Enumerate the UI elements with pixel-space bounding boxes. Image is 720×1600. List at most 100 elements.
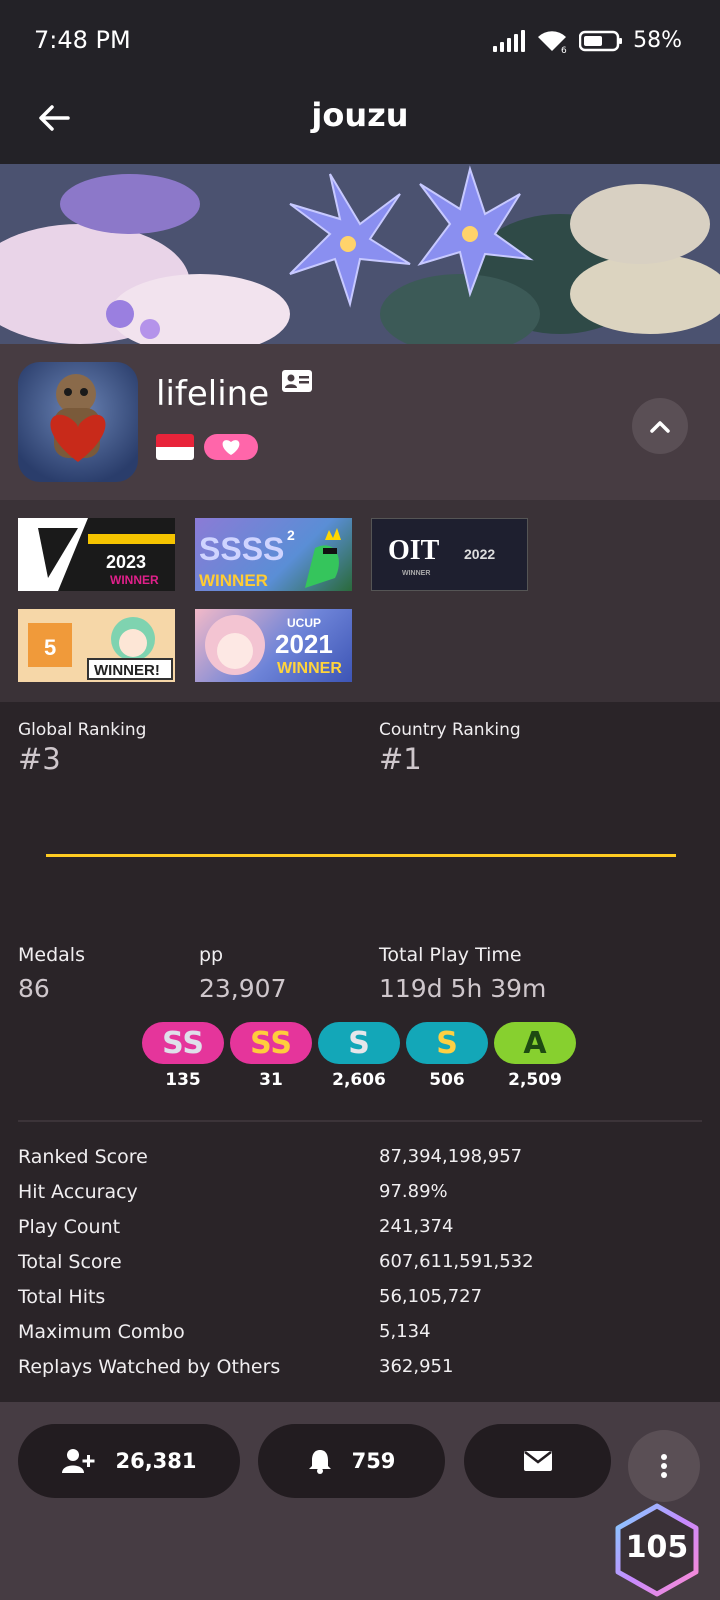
battery-percent: 58% <box>633 28 682 53</box>
heart-icon <box>222 440 240 455</box>
badge-2023-winner[interactable]: 2023 WINNER <box>18 518 175 591</box>
grade-counts: SS 135 SS 31 S 2,606 S 506 A 2,509 <box>142 1022 576 1090</box>
wifi-icon: 6 <box>535 29 569 53</box>
stat-label: Maximum Combo <box>18 1321 185 1343</box>
status-time: 7:48 PM <box>34 26 131 54</box>
score-stats-list: Ranked Score 87,394,198,957 Hit Accuracy… <box>18 1146 708 1391</box>
svg-text:2021: 2021 <box>275 629 333 659</box>
subscribers-count: 759 <box>351 1449 396 1473</box>
svg-text:WINNER: WINNER <box>110 573 159 587</box>
divider <box>18 1120 702 1122</box>
followers-count: 26,381 <box>115 1449 197 1473</box>
stat-label: Play Count <box>18 1216 121 1238</box>
badge-oit-2022[interactable]: OIT 2022 WINNER <box>371 518 528 591</box>
svg-text:2023: 2023 <box>106 552 146 572</box>
svg-text:5: 5 <box>44 635 56 660</box>
add-user-icon <box>62 1449 95 1473</box>
stat-label: Total Score <box>18 1251 122 1273</box>
followers-button[interactable]: 26,381 <box>18 1424 240 1498</box>
stat-value: 5,134 <box>379 1321 431 1342</box>
svg-text:WINNER: WINNER <box>402 570 430 577</box>
collapse-button[interactable] <box>632 398 688 454</box>
grade-pill: SS <box>142 1022 224 1064</box>
avatar[interactable] <box>18 362 138 482</box>
status-bar: 7:48 PM 6 58% <box>0 0 720 84</box>
medals-value: 86 <box>18 974 50 1003</box>
id-card-icon[interactable] <box>282 370 312 392</box>
message-button[interactable] <box>464 1424 611 1498</box>
badge-ucup-2021-winner[interactable]: UCUP 2021 WINNER <box>195 609 352 682</box>
indonesia-flag[interactable] <box>156 434 194 460</box>
badge-ssss2-winner[interactable]: SSSS 2 WINNER <box>195 518 352 591</box>
chevron-up-icon <box>650 421 670 433</box>
profile-cover-image <box>0 164 720 344</box>
grade-pill: S <box>406 1022 488 1064</box>
medals-label: Medals <box>18 944 85 966</box>
stat-value: 56,105,727 <box>379 1286 483 1307</box>
rank-history-graph[interactable] <box>46 854 676 857</box>
stat-value: 607,611,591,532 <box>379 1251 534 1272</box>
page-title: jouzu <box>311 96 409 134</box>
more-options-button[interactable] <box>628 1430 700 1502</box>
grade-count: 2,606 <box>332 1070 386 1090</box>
badges-section: 2023 WINNER SSSS 2 WINNER OIT 2022 WINNE… <box>0 500 720 702</box>
stat-row-replays-watched: Replays Watched by Others 362,951 <box>18 1356 708 1391</box>
grade-s: S 506 <box>406 1022 488 1090</box>
stat-value: 241,374 <box>379 1216 454 1237</box>
grade-pill: SS <box>230 1022 312 1064</box>
more-vertical-icon <box>661 1454 667 1478</box>
grade-ss: SS 31 <box>230 1022 312 1090</box>
grade-count: 506 <box>429 1070 465 1090</box>
stat-row-hit-accuracy: Hit Accuracy 97.89% <box>18 1181 708 1216</box>
level-value: 105 <box>625 1530 689 1565</box>
stat-row-total-hits: Total Hits 56,105,727 <box>18 1286 708 1321</box>
stat-value: 97.89% <box>379 1181 448 1202</box>
svg-text:2022: 2022 <box>464 546 495 562</box>
svg-text:OIT: OIT <box>388 535 440 566</box>
stat-label: Ranked Score <box>18 1146 148 1168</box>
play-time-label: Total Play Time <box>379 944 522 966</box>
stat-row-maximum-combo: Maximum Combo 5,134 <box>18 1321 708 1356</box>
app-header: jouzu <box>0 84 720 164</box>
svg-text:UCUP: UCUP <box>287 616 321 630</box>
stat-row-total-score: Total Score 607,611,591,532 <box>18 1251 708 1286</box>
svg-text:SSSS: SSSS <box>199 531 284 567</box>
pp-label: pp <box>199 944 224 966</box>
grade-pill: A <box>494 1022 576 1064</box>
global-ranking-label: Global Ranking <box>18 720 147 740</box>
svg-text:WINNER: WINNER <box>199 571 268 590</box>
badge-5-winner[interactable]: 5 WINNER! <box>18 609 175 682</box>
country-ranking-label: Country Ranking <box>379 720 521 740</box>
grade-a: A 2,509 <box>494 1022 576 1090</box>
pp-value: 23,907 <box>199 974 287 1003</box>
battery-icon <box>579 30 623 52</box>
play-time-value: 119d 5h 39m <box>379 974 547 1003</box>
status-icons: 6 58% <box>493 28 682 53</box>
grade-count: 31 <box>259 1070 283 1090</box>
signal-icon <box>493 29 526 52</box>
stat-row-play-count: Play Count 241,374 <box>18 1216 708 1251</box>
grade-pill: S <box>318 1022 400 1064</box>
grade-ss-silver: SS 135 <box>142 1022 224 1090</box>
grade-s-silver: S 2,606 <box>318 1022 400 1090</box>
svg-text:WINNER: WINNER <box>277 660 342 677</box>
svg-text:2: 2 <box>287 527 295 543</box>
stat-label: Total Hits <box>18 1286 106 1308</box>
stats-section: Global Ranking #3 Country Ranking #1 Med… <box>0 702 720 1402</box>
stat-label: Hit Accuracy <box>18 1181 138 1203</box>
profile-card: lifeline <box>0 344 720 500</box>
mapping-subscribers-button[interactable]: 759 <box>258 1424 445 1498</box>
grade-count: 135 <box>165 1070 201 1090</box>
mail-icon <box>523 1451 552 1471</box>
stat-value: 362,951 <box>379 1356 454 1377</box>
stat-value: 87,394,198,957 <box>379 1146 523 1167</box>
username: lifeline <box>156 374 270 414</box>
supporter-badge[interactable] <box>204 434 258 460</box>
global-ranking-value: #3 <box>18 742 61 776</box>
bell-icon <box>308 1450 331 1474</box>
stat-row-ranked-score: Ranked Score 87,394,198,957 <box>18 1146 708 1181</box>
svg-text:WINNER!: WINNER! <box>94 662 160 679</box>
stat-label: Replays Watched by Others <box>18 1356 281 1378</box>
svg-text:6: 6 <box>561 46 567 53</box>
grade-count: 2,509 <box>508 1070 562 1090</box>
